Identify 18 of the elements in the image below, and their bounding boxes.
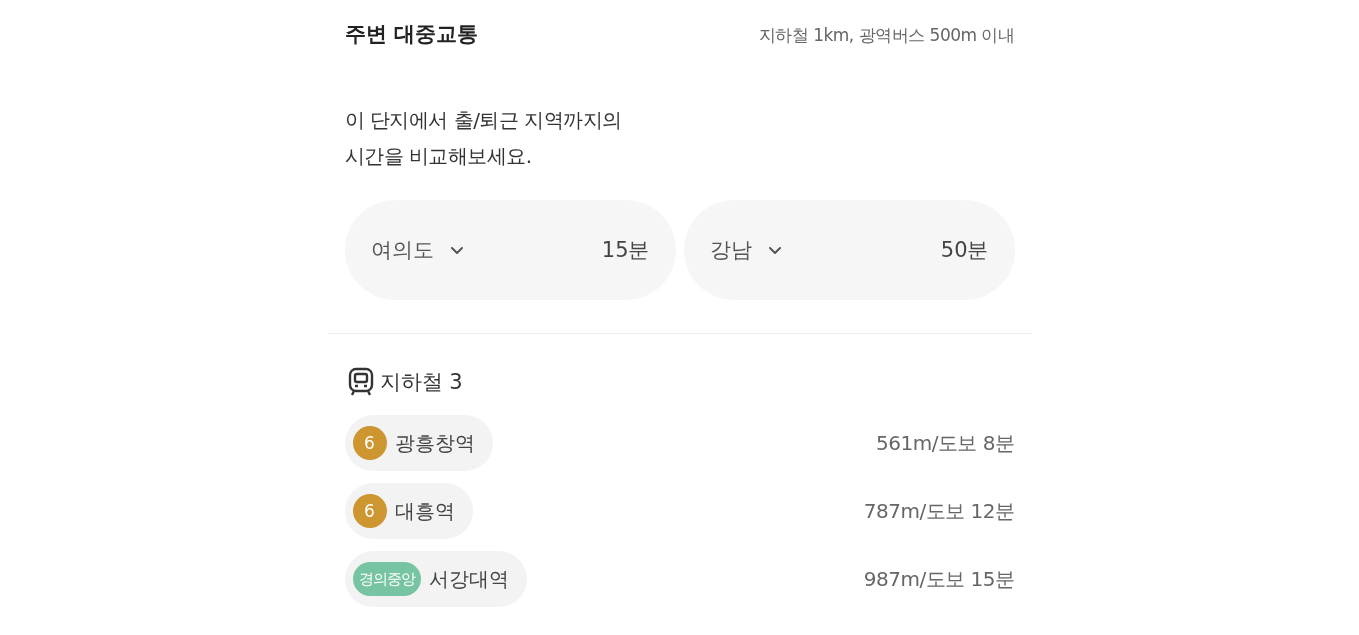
- line-badge: 6: [352, 494, 387, 528]
- station-distance: 561m/도보 8분: [876, 429, 1015, 457]
- chevron-down-icon: [767, 245, 782, 255]
- commute-selector[interactable]: 여의도 15분: [344, 200, 676, 300]
- station-name: 광흥창역: [394, 429, 475, 457]
- description-text: 이 단지에서 출/퇴근 지역까지의 시간을 비교해보세요.: [344, 107, 623, 170]
- subway-train-icon: [347, 367, 374, 397]
- station-distance: 987m/도보 15분: [863, 565, 1015, 593]
- station-name: 대흥역: [394, 497, 455, 525]
- commute-selector[interactable]: 강남 50분: [683, 200, 1015, 300]
- subway-count-label: 지하철 3: [379, 369, 463, 396]
- station-distance: 787m/도보 12분: [863, 497, 1015, 525]
- section-subtitle: 지하철 1km, 광역버스 500m 이내: [758, 24, 1015, 47]
- line-badge: 경의중앙: [352, 562, 421, 596]
- station-name: 서강대역: [428, 565, 509, 593]
- line-badge: 6: [352, 426, 387, 460]
- section-title: 주변 대중교통: [344, 21, 478, 48]
- chevron-down-icon: [449, 245, 464, 255]
